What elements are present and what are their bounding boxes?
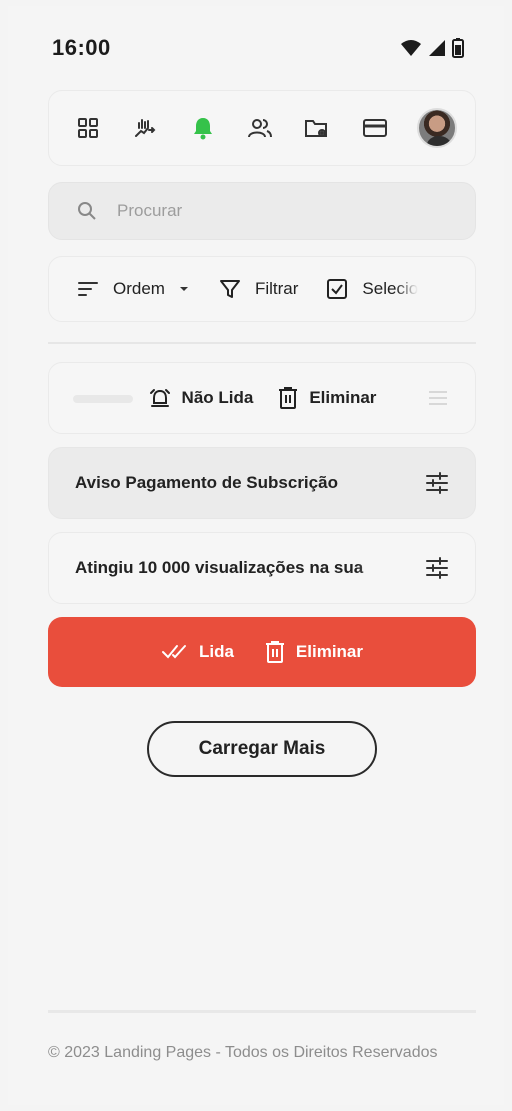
notification-title: Aviso Pagamento de Subscrição [75, 473, 338, 492]
status-time: 16:00 [52, 35, 111, 60]
checkbox-icon [327, 279, 348, 299]
battery-icon [452, 38, 464, 58]
search-icon [78, 202, 96, 220]
top-nav [48, 90, 476, 166]
filter-label: Filtrar [254, 279, 299, 298]
chevron-down-icon [179, 287, 188, 291]
user-avatar[interactable] [416, 108, 457, 148]
team-icon[interactable] [245, 113, 275, 143]
alarm-bell-icon [149, 389, 170, 407]
filter-button[interactable]: Filtrar [219, 278, 298, 300]
notification-item[interactable]: Atingiu 10 000 visualizações na sua [48, 532, 476, 604]
mark-unread-label: Não Lida [181, 388, 254, 407]
trash-icon [265, 641, 284, 663]
double-check-icon [161, 645, 186, 659]
notification-item[interactable]: Aviso Pagamento de Subscrição [48, 447, 476, 519]
settings-sliders-icon[interactable] [425, 557, 449, 579]
footer-copyright: © 2023 Landing Pages - Todos os Direitos… [48, 1044, 438, 1061]
filter-icon [219, 280, 240, 298]
notification-item-swiped[interactable]: Não Lida Eliminar [48, 362, 476, 434]
signal-icon [429, 40, 445, 56]
delete-label: Eliminar [309, 388, 377, 407]
order-label: Ordem [113, 279, 165, 298]
wifi-icon [401, 40, 421, 56]
list-toolbar: Ordem Filtrar Selecio [48, 256, 476, 322]
payment-card-icon[interactable] [360, 113, 390, 143]
delete-button[interactable]: Eliminar [277, 386, 376, 410]
mark-read-label: Lida [198, 642, 234, 661]
section-divider [48, 342, 476, 344]
mark-unread-button[interactable]: Não Lida [148, 386, 254, 410]
select-button[interactable]: Selecio [326, 278, 418, 300]
load-more-button[interactable]: Carregar Mais [147, 721, 377, 777]
delete-label: Eliminar [295, 642, 364, 661]
dashboard-icon[interactable] [73, 113, 103, 143]
select-label: Selecio [362, 279, 419, 298]
hidden-title-placeholder [73, 395, 133, 403]
pricing-icon[interactable] [130, 113, 160, 143]
search-input[interactable] [117, 201, 417, 221]
trash-icon [279, 387, 298, 409]
order-button[interactable]: Ordem [77, 279, 189, 299]
delete-button[interactable]: Eliminar [264, 640, 363, 664]
mark-read-button[interactable]: Lida [161, 642, 234, 662]
search-bar [48, 182, 476, 240]
settings-sliders-icon[interactable] [425, 472, 449, 494]
status-bar: 16:00 [52, 34, 464, 62]
notification-title: Atingiu 10 000 visualizações na sua [75, 558, 364, 577]
folder-settings-icon[interactable] [302, 113, 332, 143]
swipe-action-bar: Lida Eliminar [48, 617, 476, 687]
status-icons [400, 38, 464, 58]
footer-divider [48, 1010, 476, 1013]
settings-sliders-icon [429, 391, 447, 405]
notifications-bell-icon[interactable] [188, 113, 218, 143]
sort-icon [78, 282, 98, 296]
